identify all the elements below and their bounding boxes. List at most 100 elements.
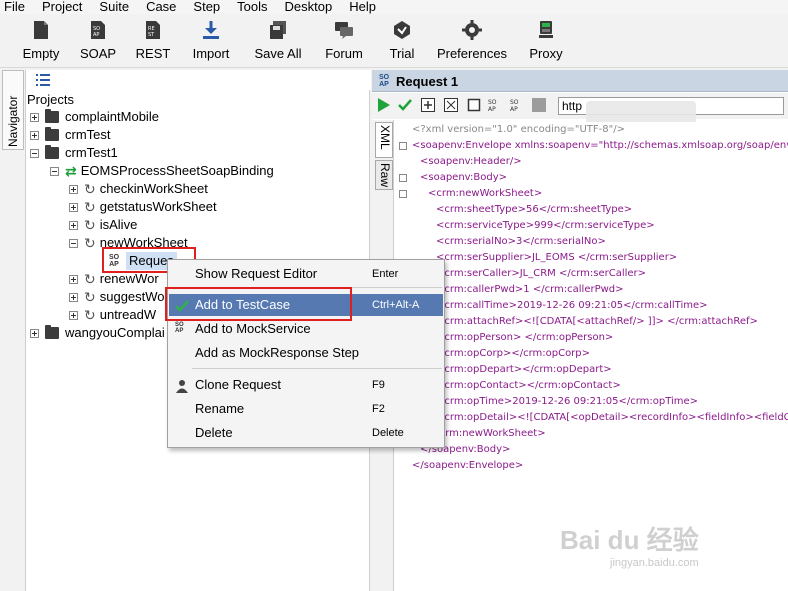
submit-check-icon[interactable] — [398, 98, 412, 112]
soap-request-icon: SO AP — [378, 74, 390, 88]
expand-icon[interactable] — [30, 112, 39, 122]
mockservice-icon: SO AP — [175, 322, 184, 334]
operation-icon: ↻ — [84, 199, 96, 215]
tree-interface-binding[interactable]: ⇄ EOMSProcessSheetSoapBinding — [50, 162, 274, 180]
menu-item-rename[interactable]: Rename F2 — [169, 398, 443, 420]
navigator-tab[interactable]: Navigator — [2, 70, 24, 150]
menu-step[interactable]: Step — [185, 0, 229, 14]
projects-root-label: Projects — [27, 92, 74, 107]
tree-operation-untread[interactable]: ↻ untreadW — [69, 306, 156, 324]
request-tab[interactable]: SO AP Request 1 — [376, 72, 458, 90]
expand-icon[interactable] — [69, 184, 78, 194]
proxy-icon — [536, 20, 556, 40]
save-all-button[interactable]: Save All — [252, 18, 304, 66]
menu-item-clone-request[interactable]: Clone Request F9 — [169, 374, 443, 396]
xml-line: <crm:opCorp></crm:opCorp> — [436, 348, 591, 359]
fold-icon[interactable] — [399, 174, 407, 182]
expand-icon[interactable] — [69, 220, 78, 230]
collapse-icon[interactable] — [50, 166, 59, 176]
expand-icon[interactable] — [30, 328, 39, 338]
tree-operation-suggest[interactable]: ↻ suggestWo — [69, 288, 165, 306]
rest-project-icon: RE ST — [143, 20, 163, 40]
main-toolbar: Empty SO AP SOAP RE ST REST Import Save Al… — [0, 14, 788, 68]
tree-project-crmtest[interactable]: crmTest — [30, 126, 111, 144]
menu-help[interactable]: Help — [341, 0, 385, 14]
menu-item-add-as-mockresponse-step[interactable]: Add as MockResponse Step — [169, 342, 443, 364]
menu-suite[interactable]: Suite — [91, 0, 138, 14]
menu-project[interactable]: Project — [34, 0, 91, 14]
xml-line: <crm:serialNo>3</crm:serialNo> — [436, 236, 606, 247]
expand-icon[interactable] — [69, 292, 78, 302]
xml-line: <soapenv:Body> — [420, 172, 508, 183]
xml-line: <crm:attachRef><![CDATA[<attachRef/> ]]>… — [436, 316, 758, 327]
menu-item-show-request-editor[interactable]: Show Request Editor Enter — [169, 263, 443, 285]
folder-icon — [45, 109, 59, 123]
maximize-icon[interactable] — [444, 98, 458, 112]
xml-line: <crm:serSupplier>JL_EOMS </crm:serSuppli… — [436, 252, 678, 263]
project-panel-header — [26, 70, 371, 90]
expand-icon[interactable] — [69, 310, 78, 320]
preferences-button[interactable]: Preferences — [436, 18, 508, 66]
menu-separator — [192, 368, 442, 369]
xml-line: <crm:opDetail><![CDATA[<opDetail><record… — [436, 412, 788, 423]
collapse-icon[interactable] — [69, 238, 78, 248]
list-view-icon[interactable] — [36, 74, 50, 86]
folder-icon — [45, 325, 59, 339]
tab-raw[interactable]: Raw — [375, 160, 393, 190]
folder-icon — [45, 145, 59, 159]
xml-line: <crm:opContact></crm:opContact> — [436, 380, 621, 391]
expand-icon[interactable] — [69, 274, 78, 284]
tree-project-complaintmobile[interactable]: complaintMobile — [30, 108, 159, 126]
run-icon[interactable] — [377, 98, 391, 112]
proxy-button[interactable]: Proxy — [526, 18, 566, 66]
rest-button[interactable]: RE ST REST — [134, 18, 172, 66]
xml-line: <crm:opTime>2019-12-26 09:21:05</crm:opT… — [436, 396, 699, 407]
forum-button[interactable]: Forum — [323, 18, 365, 66]
add-icon[interactable] — [421, 98, 435, 112]
xml-line: <crm:sheetType>56</crm:sheetType> — [436, 204, 633, 215]
disabled-square-icon — [532, 98, 546, 112]
stop-icon[interactable] — [467, 98, 481, 112]
expand-icon[interactable] — [69, 202, 78, 212]
menu-case[interactable]: Case — [138, 0, 185, 14]
xml-line: <crm:serviceType>999</crm:serviceType> — [436, 220, 655, 231]
xml-line: <crm:newWorkSheet> — [428, 188, 543, 199]
xml-line: <soapenv:Envelope xmlns:soapenv="http://… — [412, 140, 788, 151]
xml-line: <soapenv:Header/> — [420, 156, 522, 167]
tree-project-crmtest1[interactable]: crmTest1 — [30, 144, 118, 162]
operation-icon: ↻ — [84, 289, 96, 305]
menu-desktop[interactable]: Desktop — [277, 0, 342, 14]
xml-line: <crm:opDepart></crm:opDepart> — [436, 364, 612, 375]
xml-line: <crm:callerPwd>1 </crm:callerPwd> — [436, 284, 624, 295]
soap-settings-icon-2[interactable]: SO AP — [510, 98, 524, 113]
menu-file[interactable]: File — [0, 0, 34, 14]
xml-line: <crm:serCaller>JL_CRM </crm:serCaller> — [436, 268, 647, 279]
xml-line: </soapenv:Envelope> — [412, 460, 524, 471]
tree-project-wangyou[interactable]: wangyouComplai — [30, 324, 165, 342]
menu-item-delete[interactable]: Delete Delete — [169, 422, 443, 444]
xml-line: <?xml version="1.0" encoding="UTF-8"/> — [412, 124, 625, 135]
svg-text:AP: AP — [93, 32, 99, 38]
empty-button[interactable]: Empty — [20, 18, 62, 66]
import-button[interactable]: Import — [188, 18, 234, 66]
menu-tools[interactable]: Tools — [229, 0, 276, 14]
soap-button[interactable]: SO AP SOAP — [78, 18, 118, 66]
trial-button[interactable]: Trial — [385, 18, 419, 66]
tab-xml[interactable]: XML — [375, 122, 393, 158]
forum-icon — [334, 20, 354, 40]
collapse-icon[interactable] — [30, 148, 39, 158]
tree-operation-getstatus[interactable]: ↻ getstatusWorkSheet — [69, 198, 217, 216]
soap-settings-icon[interactable]: SO AP — [488, 98, 502, 113]
tree-operation-isalive[interactable]: ↻ isAlive — [69, 216, 137, 234]
operation-icon: ↻ — [84, 235, 96, 251]
menu-item-add-to-mockservice[interactable]: SO AP Add to MockService — [169, 318, 443, 340]
xml-line: <crm:callTime>2019-12-26 09:21:05</crm:c… — [436, 300, 708, 311]
svg-text:ST: ST — [148, 32, 155, 38]
xml-line: <crm:opPerson> </crm:opPerson> — [436, 332, 614, 343]
svg-text:SO: SO — [488, 99, 497, 106]
fold-icon[interactable] — [399, 190, 407, 198]
fold-icon[interactable] — [399, 142, 407, 150]
expand-icon[interactable] — [30, 130, 39, 140]
tree-operation-checkin[interactable]: ↻ checkinWorkSheet — [69, 180, 208, 198]
operation-icon: ↻ — [84, 181, 96, 197]
